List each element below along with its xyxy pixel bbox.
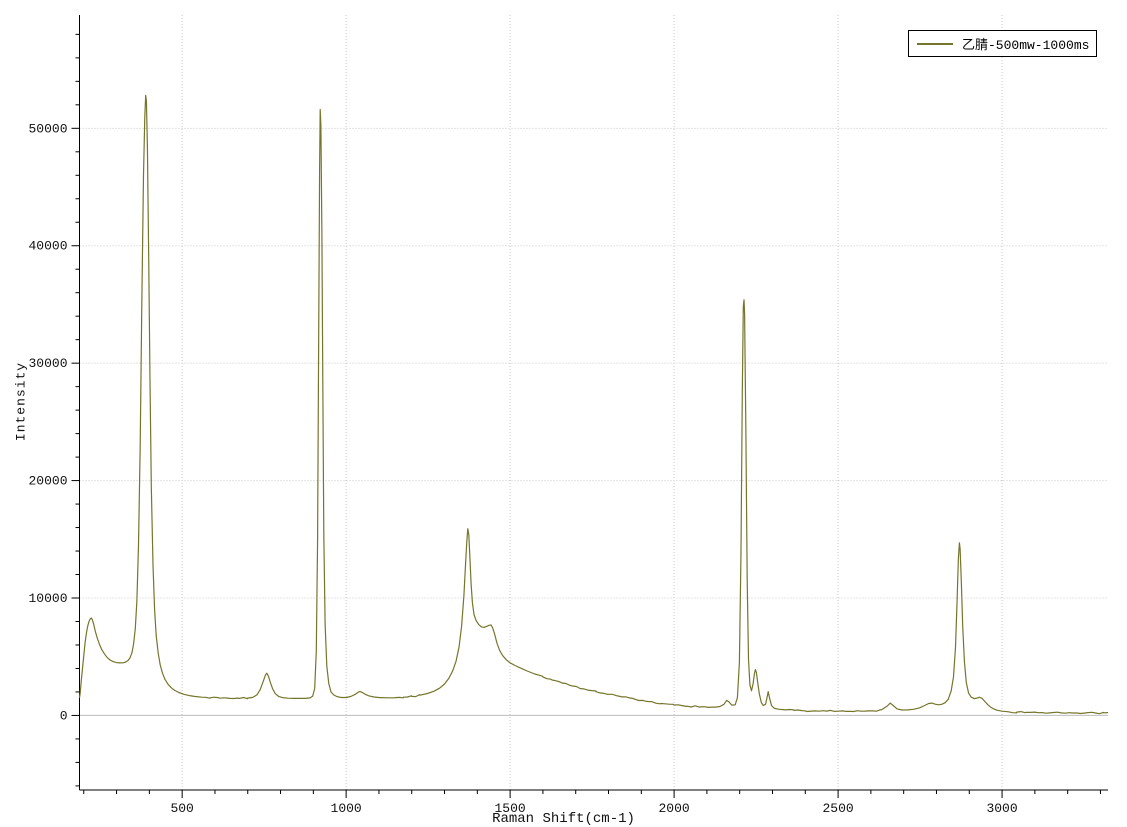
- y-axis-title: Intensity: [14, 347, 29, 457]
- svg-text:10000: 10000: [28, 591, 67, 606]
- plot-area: 5001000150020002500300001000020000300004…: [0, 0, 1127, 825]
- svg-text:40000: 40000: [28, 239, 67, 254]
- raman-spectrum-chart: 5001000150020002500300001000020000300004…: [0, 0, 1127, 825]
- svg-text:20000: 20000: [28, 474, 67, 489]
- legend-line-icon: [917, 43, 953, 45]
- legend: 乙腈-500mw-1000ms: [908, 30, 1097, 57]
- svg-text:50000: 50000: [28, 121, 67, 136]
- legend-series-label: 乙腈-500mw-1000ms: [962, 34, 1089, 53]
- svg-text:30000: 30000: [28, 356, 67, 371]
- svg-text:0: 0: [60, 708, 68, 723]
